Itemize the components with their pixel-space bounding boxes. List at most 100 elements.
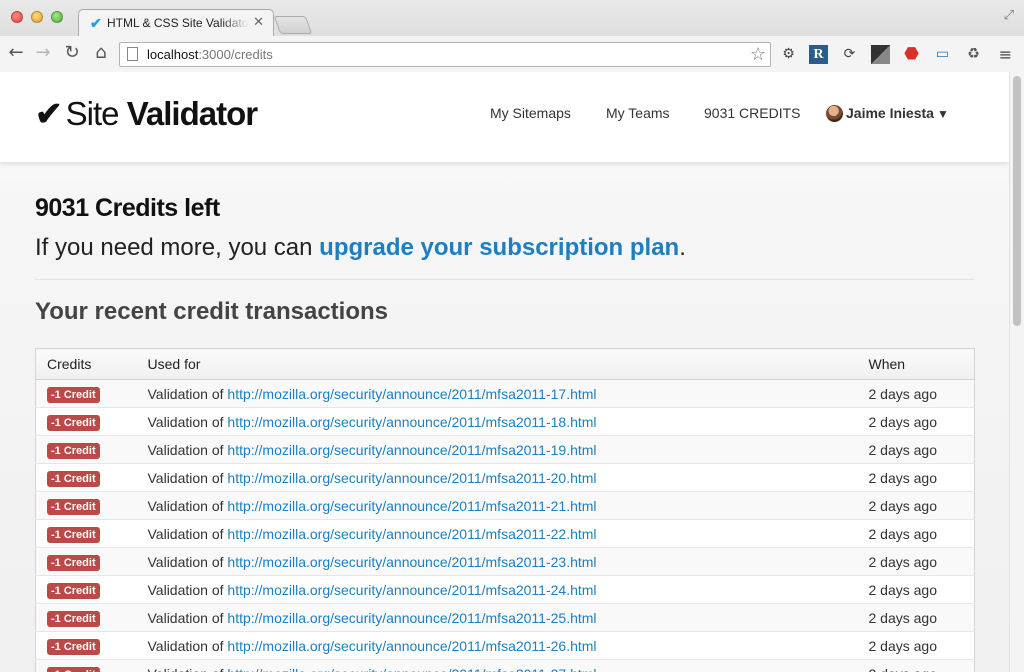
validated-url-link[interactable]: http://mozilla.org/security/announce/201… xyxy=(227,526,596,542)
credit-badge: -1 Credit xyxy=(47,498,100,515)
credit-badge: -1 Credit xyxy=(47,386,100,403)
used-for-cell: Validation of http://mozilla.org/securit… xyxy=(136,463,858,492)
window-maximize-button[interactable] xyxy=(51,11,63,23)
nav-credits[interactable]: 9031 CREDITS xyxy=(704,105,800,121)
credit-badge: -1 Credit xyxy=(47,610,100,627)
validated-url-link[interactable]: http://mozilla.org/security/announce/201… xyxy=(227,610,596,626)
logo-checkmark-icon: ✔ xyxy=(35,95,63,132)
upgrade-suffix: . xyxy=(679,234,686,261)
validated-url-link[interactable]: http://mozilla.org/security/announce/201… xyxy=(227,470,596,486)
when-cell: 2 days ago xyxy=(857,463,975,492)
credit-cell: -1 Credit xyxy=(35,379,137,408)
table-row: -1 Credit Validation of http://mozilla.or… xyxy=(35,659,975,672)
credit-cell: -1 Credit xyxy=(35,407,137,436)
when-cell: 2 days ago xyxy=(857,407,975,436)
used-for-cell: Validation of http://mozilla.org/securit… xyxy=(136,659,858,672)
tab-title: HTML & CSS Site Validator xyxy=(107,16,249,30)
used-for-cell: Validation of http://mozilla.org/securit… xyxy=(136,379,858,408)
credit-badge: -1 Credit xyxy=(47,554,100,571)
used-for-cell: Validation of http://mozilla.org/securit… xyxy=(136,519,858,548)
gear-icon[interactable]: ⚙ xyxy=(779,45,798,64)
table-row: -1 Credit Validation of http://mozilla.or… xyxy=(35,491,975,520)
recent-transactions-heading: Your recent credit transactions xyxy=(35,298,388,325)
checkmark-icon: ✔ xyxy=(90,15,102,31)
used-for-cell: Validation of http://mozilla.org/securit… xyxy=(136,547,858,576)
used-for-cell: Validation of http://mozilla.org/securit… xyxy=(136,631,858,660)
user-menu[interactable]: Jaime Iniesta ▼ xyxy=(826,105,949,122)
table-row: -1 Credit Validation of http://mozilla.or… xyxy=(35,575,975,604)
used-for-cell: Validation of http://mozilla.org/securit… xyxy=(136,603,858,632)
menu-icon[interactable]: ≡ xyxy=(996,45,1015,64)
extension-sync-icon[interactable]: ⟳ xyxy=(840,45,859,64)
used-for-prefix: Validation of xyxy=(147,469,228,486)
forward-icon[interactable]: → xyxy=(32,41,54,65)
scrollbar[interactable] xyxy=(1009,72,1024,672)
close-icon[interactable]: ✕ xyxy=(253,14,264,30)
validated-url-link[interactable]: http://mozilla.org/security/announce/201… xyxy=(227,442,596,458)
credit-cell: -1 Credit xyxy=(35,491,137,520)
site-header: ✔ Site Validator My Sitemaps My Teams 903… xyxy=(0,72,1009,162)
site-logo[interactable]: ✔ Site Validator xyxy=(35,94,258,134)
fullscreen-icon[interactable]: ⤢ xyxy=(1004,8,1014,23)
column-header-used-for: Used for xyxy=(136,348,858,380)
bookmark-star-icon[interactable]: ☆ xyxy=(750,43,766,66)
used-for-prefix: Validation of xyxy=(147,553,228,570)
window-minimize-button[interactable] xyxy=(31,11,43,23)
extension-r-icon[interactable]: R xyxy=(809,45,828,64)
used-for-prefix: Validation of xyxy=(147,413,228,430)
credit-badge: -1 Credit xyxy=(47,470,100,487)
back-icon[interactable]: ← xyxy=(5,41,27,65)
validated-url-link[interactable]: http://mozilla.org/security/announce/201… xyxy=(227,414,596,430)
credit-cell: -1 Credit xyxy=(35,435,137,464)
table-row: -1 Credit Validation of http://mozilla.or… xyxy=(35,631,975,660)
extension-grid-icon[interactable] xyxy=(871,45,890,64)
credit-badge: -1 Credit xyxy=(47,638,100,655)
extension-stop-icon[interactable]: ⬣ xyxy=(902,45,921,64)
credit-cell: -1 Credit xyxy=(35,659,137,672)
when-cell: 2 days ago xyxy=(857,491,975,520)
avatar xyxy=(826,105,843,122)
credit-cell: -1 Credit xyxy=(35,519,137,548)
page-icon xyxy=(127,47,138,61)
home-icon[interactable]: ⌂ xyxy=(90,41,112,65)
used-for-prefix: Validation of xyxy=(147,441,228,458)
when-cell: 2 days ago xyxy=(857,603,975,632)
used-for-prefix: Validation of xyxy=(147,385,228,402)
credit-badge: -1 Credit xyxy=(47,526,100,543)
address-bar[interactable]: localhost:3000/credits ☆ xyxy=(119,42,771,67)
url-path: :3000/credits xyxy=(198,47,273,62)
upgrade-plan-link[interactable]: upgrade your subscription plan xyxy=(319,234,679,261)
validated-url-link[interactable]: http://mozilla.org/security/announce/201… xyxy=(227,582,596,598)
url-text[interactable]: localhost:3000/credits xyxy=(147,47,273,62)
used-for-prefix: Validation of xyxy=(147,637,228,654)
when-cell: 2 days ago xyxy=(857,631,975,660)
validated-url-link[interactable]: http://mozilla.org/security/announce/201… xyxy=(227,666,596,672)
scrollbar-thumb[interactable] xyxy=(1013,76,1021,326)
divider xyxy=(35,279,975,280)
reload-icon[interactable]: ↻ xyxy=(61,41,83,65)
browser-chrome: ✔ HTML & CSS Site Validator ✕ ⤢ ← → ↻ ⌂ … xyxy=(0,0,1024,72)
browser-tab-active[interactable]: ✔ HTML & CSS Site Validator ✕ xyxy=(78,9,274,36)
credit-cell: -1 Credit xyxy=(35,575,137,604)
new-tab-button[interactable] xyxy=(273,16,313,34)
user-name: Jaime Iniesta xyxy=(846,105,934,121)
when-cell: 2 days ago xyxy=(857,659,975,672)
nav-my-teams[interactable]: My Teams xyxy=(606,105,670,121)
used-for-cell: Validation of http://mozilla.org/securit… xyxy=(136,575,858,604)
validated-url-link[interactable]: http://mozilla.org/security/announce/201… xyxy=(227,386,596,402)
credit-cell: -1 Credit xyxy=(35,547,137,576)
used-for-cell: Validation of http://mozilla.org/securit… xyxy=(136,407,858,436)
validated-url-link[interactable]: http://mozilla.org/security/announce/201… xyxy=(227,498,596,514)
credit-badge: -1 Credit xyxy=(47,666,100,672)
validated-url-link[interactable]: http://mozilla.org/security/announce/201… xyxy=(227,554,596,570)
when-cell: 2 days ago xyxy=(857,435,975,464)
used-for-prefix: Validation of xyxy=(148,666,228,672)
nav-my-sitemaps[interactable]: My Sitemaps xyxy=(490,105,571,121)
used-for-prefix: Validation of xyxy=(147,497,228,514)
window-close-button[interactable] xyxy=(11,11,23,23)
used-for-prefix: Validation of xyxy=(147,525,228,542)
validated-url-link[interactable]: http://mozilla.org/security/announce/201… xyxy=(227,638,596,654)
recycle-icon[interactable]: ♻ xyxy=(964,45,983,64)
column-header-when: When xyxy=(857,348,975,380)
extension-window-icon[interactable]: ▭ xyxy=(933,45,952,64)
